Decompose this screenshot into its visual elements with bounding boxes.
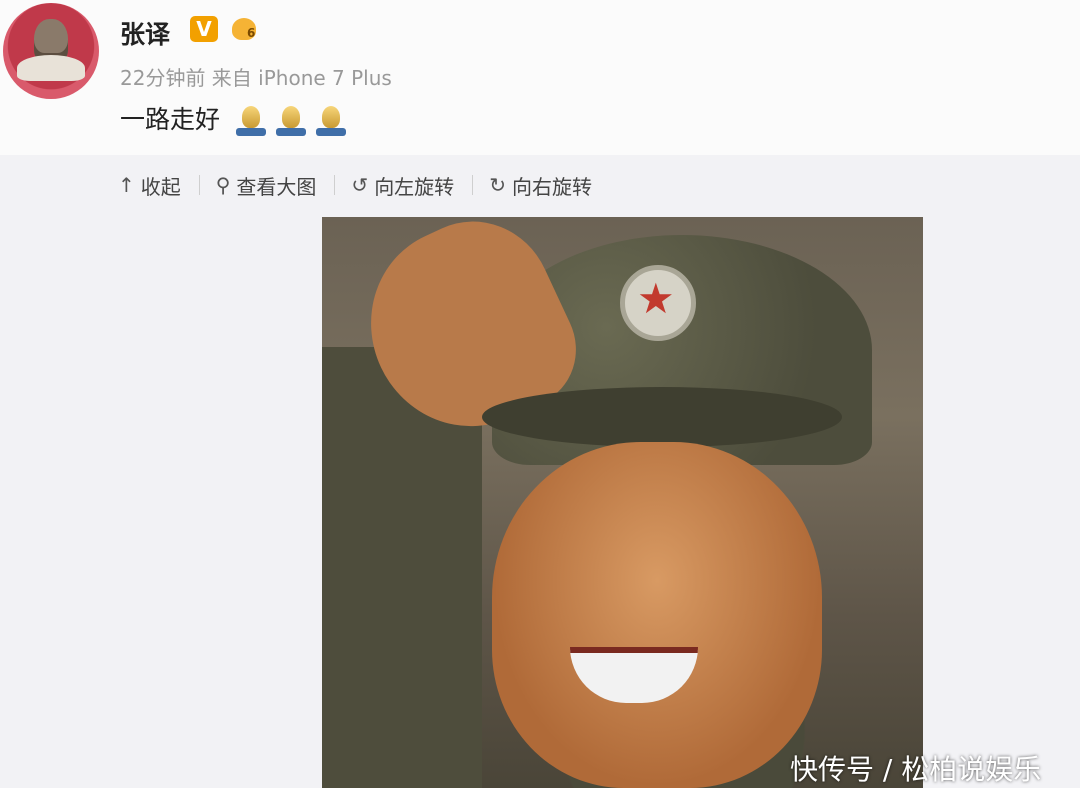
arrow-up-icon: ↑ xyxy=(118,173,135,197)
divider xyxy=(198,175,200,195)
candle-icon xyxy=(234,104,268,138)
candle-icon xyxy=(274,104,308,138)
star-badge-icon xyxy=(620,265,696,341)
rotate-left-label: 向左旋转 xyxy=(374,174,455,199)
collapse-label: 收起 xyxy=(140,174,181,199)
level-icon: 6 xyxy=(230,14,266,44)
search-icon: ⚲ xyxy=(215,173,231,197)
view-large-label: 查看大图 xyxy=(236,174,317,199)
avatar[interactable] xyxy=(3,3,99,99)
divider xyxy=(472,175,474,195)
post-text: 一路走好 xyxy=(120,105,221,134)
post-photo[interactable] xyxy=(322,217,923,788)
emoji-group xyxy=(234,104,354,140)
post-meta: 22分钟前 来自 iPhone 7 Plus xyxy=(120,66,392,90)
rotate-right-icon: ↻ xyxy=(489,173,506,197)
rotate-left-icon: ↺ xyxy=(351,173,369,197)
post-header: 张译 V 6 22分钟前 来自 iPhone 7 Plus 一路走好 xyxy=(0,0,1080,155)
verified-icon: V xyxy=(190,16,218,42)
watermark: 快传号 / 松柏说娱乐 xyxy=(790,753,1042,786)
divider xyxy=(334,175,336,195)
image-toolbar: ↑ 收起 ⚲ 查看大图 ↺ 向左旋转 ↻ 向右旋转 xyxy=(118,168,592,202)
view-large-button[interactable]: ⚲ 查看大图 xyxy=(216,171,317,200)
collapse-button[interactable]: ↑ 收起 xyxy=(118,171,181,200)
rotate-left-button[interactable]: ↺ 向左旋转 xyxy=(351,171,454,200)
user-name[interactable]: 张译 xyxy=(120,15,170,51)
rotate-right-label: 向右旋转 xyxy=(511,174,592,199)
rotate-right-button[interactable]: ↻ 向右旋转 xyxy=(489,171,592,200)
candle-icon xyxy=(314,104,348,138)
